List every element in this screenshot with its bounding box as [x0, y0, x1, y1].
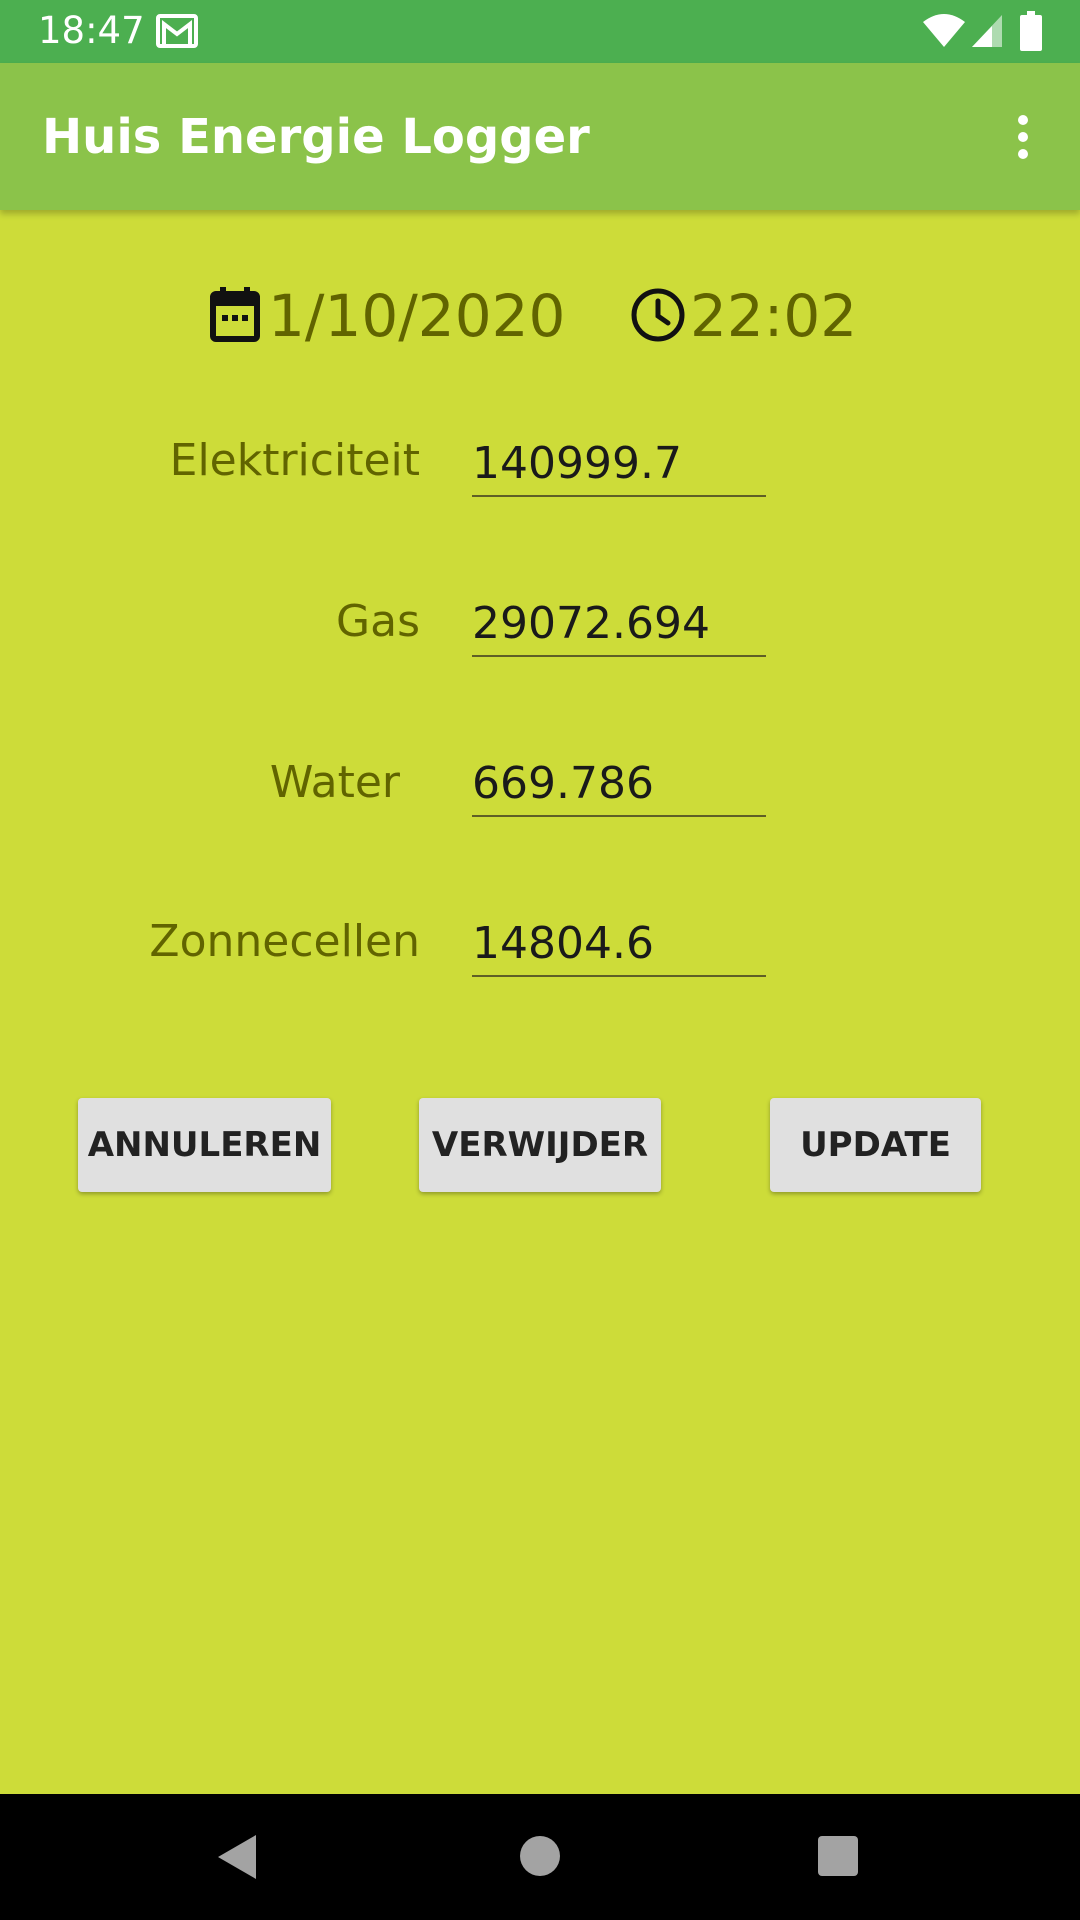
- home-icon[interactable]: [520, 1836, 560, 1876]
- signal-icon: [972, 15, 1002, 47]
- update-button[interactable]: UPDATE: [770, 1098, 981, 1192]
- recents-icon[interactable]: [818, 1836, 858, 1876]
- battery-icon: [1020, 11, 1042, 51]
- status-bar: 18:47: [0, 0, 1080, 63]
- label-water: Water: [269, 757, 400, 808]
- zonnecellen-input[interactable]: [472, 911, 766, 977]
- app-bar: Huis Energie Logger: [0, 63, 1080, 210]
- gmail-icon: [156, 14, 198, 48]
- label-elektriciteit: Elektriciteit: [169, 435, 420, 486]
- time-value[interactable]: 22:02: [690, 283, 857, 349]
- delete-button[interactable]: VERWIJDER: [419, 1098, 661, 1192]
- label-zonnecellen: Zonnecellen: [149, 916, 420, 967]
- back-icon[interactable]: [214, 1832, 258, 1882]
- calendar-icon[interactable]: [210, 287, 260, 343]
- screen: 18:47 Huis Energie Logger 1/10/2020 22:0…: [0, 0, 1080, 1920]
- status-time: 18:47: [38, 9, 145, 52]
- label-gas: Gas: [336, 596, 420, 647]
- elektriciteit-input[interactable]: [472, 431, 766, 497]
- app-title: Huis Energie Logger: [42, 109, 590, 165]
- water-input[interactable]: [472, 751, 766, 817]
- navigation-bar: [0, 1794, 1080, 1920]
- date-value[interactable]: 1/10/2020: [268, 283, 565, 349]
- cancel-button[interactable]: ANNULEREN: [78, 1098, 331, 1192]
- wifi-icon: [923, 14, 965, 47]
- gas-input[interactable]: [472, 591, 766, 657]
- more-vert-icon[interactable]: [1000, 107, 1046, 167]
- clock-icon[interactable]: [630, 287, 686, 343]
